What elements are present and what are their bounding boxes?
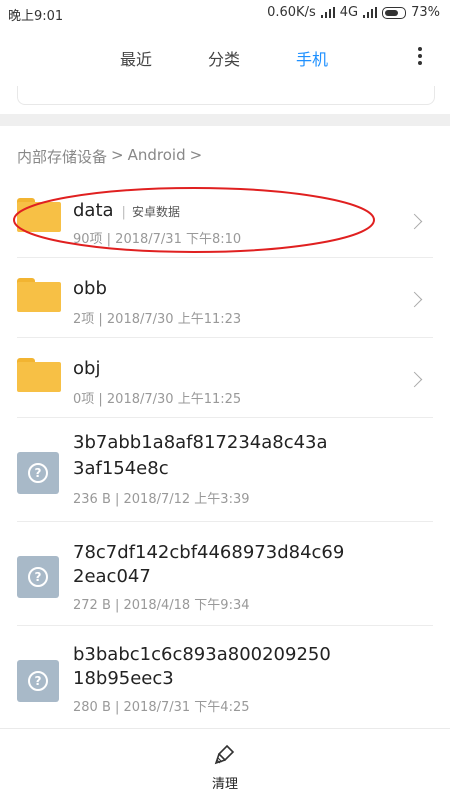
item-meta: 2项 | 2018/7/30 上午11:23 (73, 312, 242, 327)
item-name-line2: 3af154e8c (73, 458, 169, 479)
clean-label[interactable]: 清理 (212, 773, 238, 792)
breadcrumb-folder[interactable]: Android (128, 146, 186, 167)
chevron-right-icon (406, 371, 423, 388)
item-meta: 272 B | 2018/4/18 下午9:34 (73, 598, 250, 613)
item-name-line2: 2eac047 (73, 566, 151, 587)
item-name: obb (73, 278, 107, 299)
item-name-line1: 78c7df142cbf4468973d84c69 (73, 542, 345, 563)
highlight-ellipse (13, 187, 375, 253)
tab-bar: 最近 分类 手机 (0, 40, 450, 74)
section-divider (0, 114, 450, 126)
battery-level: 73% (411, 5, 440, 20)
item-meta: 0项 | 2018/7/30 上午11:25 (73, 392, 242, 407)
chevron-right-icon (406, 213, 423, 230)
item-meta: 236 B | 2018/7/12 上午3:39 (73, 492, 250, 507)
item-name-line1: b3babc1c6c893a800209250 (73, 644, 331, 665)
folder-icon (17, 358, 61, 392)
signal-icon (320, 7, 335, 18)
item-meta: 280 B | 2018/7/31 下午4:25 (73, 700, 250, 715)
chevron-right-icon (406, 291, 423, 308)
net-speed: 0.60K/s (267, 5, 316, 20)
unknown-file-icon: ? (17, 452, 59, 494)
tab-category[interactable]: 分类 (208, 46, 240, 70)
broom-icon[interactable] (213, 743, 237, 767)
item-name-line2: 18b95eec3 (73, 668, 174, 689)
tab-recent[interactable]: 最近 (120, 46, 152, 70)
status-right: 0.60K/s 4G 73% (267, 5, 440, 20)
list-item-file[interactable]: ? b3babc1c6c893a800209250 18b95eec3 280 … (0, 626, 450, 728)
network-type: 4G (339, 5, 359, 20)
list-item-file[interactable]: ? 78c7df142cbf4468973d84c69 2eac047 272 … (0, 522, 450, 626)
list-item-obj[interactable]: obj 0项 | 2018/7/30 上午11:25 (0, 338, 450, 418)
item-name: obj (73, 358, 101, 379)
search-card[interactable] (17, 86, 435, 105)
tab-phone[interactable]: 手机 (296, 46, 328, 70)
more-menu-icon[interactable] (418, 44, 422, 68)
list-item-obb[interactable]: obb 2项 | 2018/7/30 上午11:23 (0, 258, 450, 338)
list-item-file[interactable]: ? 3b7abb1a8af817234a8c43a 3af154e8c 236 … (0, 418, 450, 522)
breadcrumb: 内部存储设备 > Android > (17, 146, 202, 167)
bottom-toolbar: 清理 (0, 728, 450, 801)
status-bar: 晚上9:01 0.60K/s 4G 73% (0, 0, 450, 28)
status-time: 晚上9:01 (8, 9, 64, 24)
breadcrumb-separator: > (189, 146, 203, 164)
breadcrumb-separator: > (111, 146, 124, 164)
unknown-file-icon: ? (17, 660, 59, 702)
battery-icon (382, 6, 407, 19)
unknown-file-icon: ? (17, 556, 59, 598)
folder-icon (17, 278, 61, 312)
item-name-line1: 3b7abb1a8af817234a8c43a (73, 432, 328, 453)
breadcrumb-root[interactable]: 内部存储设备 (17, 146, 107, 167)
signal-icon (363, 7, 378, 18)
